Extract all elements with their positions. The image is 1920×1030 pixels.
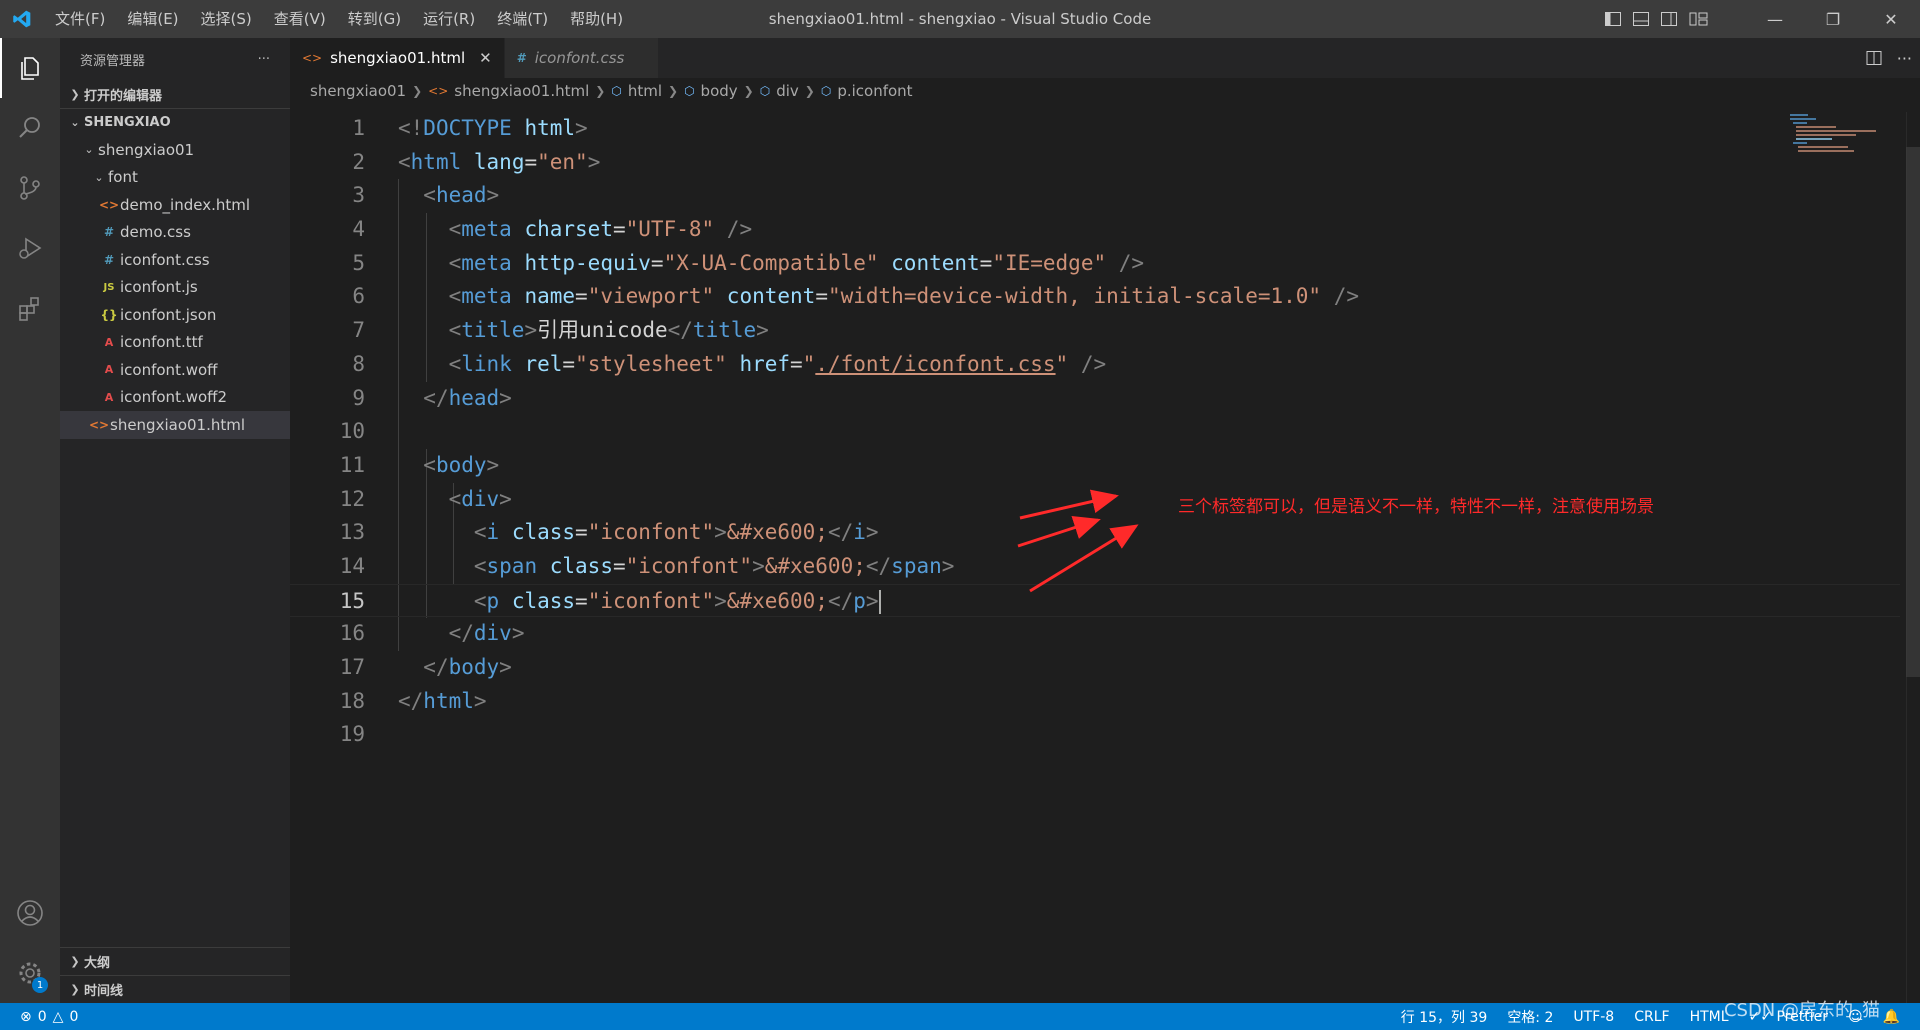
open-editors-section[interactable]: ❯ 打开的编辑器	[60, 80, 290, 108]
explorer-sidebar: 资源管理器 ··· ❯ 打开的编辑器 ⌄ SHENGXIAO ⌄ shengxi…	[60, 38, 290, 1003]
tree-file-iconfont-ttf[interactable]: A iconfont.ttf	[60, 329, 290, 357]
manage-gear-icon[interactable]: 1	[0, 943, 60, 1003]
tree-file-demo-css[interactable]: # demo.css	[60, 219, 290, 247]
close-window-icon[interactable]: ✕	[1862, 0, 1920, 38]
tree-item-label: iconfont.js	[120, 278, 198, 297]
explorer-icon[interactable]	[0, 38, 60, 98]
tree-item-label: iconfont.css	[120, 250, 210, 269]
font-file-icon: A	[104, 390, 114, 404]
language-mode[interactable]: HTML	[1690, 1009, 1729, 1025]
extensions-icon[interactable]	[0, 278, 60, 338]
error-count: 0	[37, 1008, 47, 1025]
tree-item-label: iconfont.json	[120, 305, 217, 324]
annotation-text: 三个标签都可以，但是语义不一样，特性不一样，注意使用场景	[1178, 497, 1654, 517]
css-file-icon: #	[103, 225, 115, 240]
menu-bar: 文件(F) 编辑(E) 选择(S) 查看(V) 转到(G) 运行(R) 终端(T…	[44, 0, 634, 38]
outline-label: 大纲	[84, 956, 111, 971]
notification-badge: 1	[32, 977, 48, 993]
chevron-down-icon: ⌄	[84, 143, 94, 157]
accounts-icon[interactable]	[0, 883, 60, 943]
problems-indicator[interactable]: ⊗ 0 △ 0	[0, 1009, 78, 1025]
menu-edit[interactable]: 编辑(E)	[116, 0, 189, 38]
tree-item-label: shengxiao01	[98, 140, 195, 159]
tree-item-label: iconfont.woff	[120, 360, 218, 379]
tree-item-label: iconfont.ttf	[120, 333, 203, 352]
file-tree: ⌄ shengxiao01 ⌄ font <> demo_index.html …	[60, 136, 290, 439]
more-actions-icon[interactable]: ···	[258, 52, 270, 67]
layout-controls	[1604, 0, 1710, 38]
status-bar: ⊗ 0 △ 0 行 15，列 39 空格: 2 UTF-8 CRLF HTML …	[0, 1003, 1920, 1030]
json-file-icon: {}	[100, 307, 118, 322]
tree-item-label: font	[108, 168, 138, 187]
tree-file-iconfont-css[interactable]: # iconfont.css	[60, 246, 290, 274]
menu-go[interactable]: 转到(G)	[337, 0, 412, 38]
explorer-header: 资源管理器 ···	[60, 38, 290, 80]
restore-icon[interactable]: ❐	[1804, 0, 1862, 38]
workspace-section[interactable]: ⌄ SHENGXIAO	[60, 108, 290, 136]
tree-item-label: iconfont.woff2	[120, 388, 228, 407]
source-control-icon[interactable]	[0, 158, 60, 218]
html-file-icon: <>	[88, 417, 110, 432]
tree-file-iconfont-woff2[interactable]: A iconfont.woff2	[60, 384, 290, 412]
title-bar: 文件(F) 编辑(E) 选择(S) 查看(V) 转到(G) 运行(R) 终端(T…	[0, 0, 1920, 38]
indentation[interactable]: 空格: 2	[1507, 1007, 1553, 1027]
menu-terminal[interactable]: 终端(T)	[486, 0, 559, 38]
tree-folder-shengxiao01[interactable]: ⌄ shengxiao01	[60, 136, 290, 164]
font-file-icon: A	[104, 335, 114, 349]
html-file-icon: <>	[98, 197, 120, 212]
editor-area: <> shengxiao01.html ✕ # iconfont.css ···…	[290, 38, 1920, 1003]
toggle-secondary-sidebar-icon[interactable]	[1660, 10, 1678, 28]
menu-view[interactable]: 查看(V)	[263, 0, 337, 38]
chevron-right-icon: ❯	[70, 983, 80, 996]
chevron-right-icon: ❯	[70, 955, 80, 968]
tree-file-shengxiao01-html[interactable]: <> shengxiao01.html	[60, 411, 290, 439]
js-file-icon: JS	[103, 281, 115, 293]
menu-help[interactable]: 帮助(H)	[559, 0, 634, 38]
minimize-icon[interactable]: —	[1746, 0, 1804, 38]
tree-item-label: demo_index.html	[120, 195, 251, 214]
css-file-icon: #	[103, 252, 115, 267]
tree-file-iconfont-woff[interactable]: A iconfont.woff	[60, 356, 290, 384]
tree-file-iconfont-js[interactable]: JS iconfont.js	[60, 274, 290, 302]
chevron-down-icon: ⌄	[70, 116, 80, 129]
explorer-title: 资源管理器	[80, 53, 146, 69]
tree-item-label: demo.css	[120, 223, 191, 242]
menu-run[interactable]: 运行(R)	[412, 0, 486, 38]
timeline-section[interactable]: ❯ 时间线	[60, 975, 290, 1003]
chevron-down-icon: ⌄	[94, 170, 104, 184]
activity-bar: 1	[0, 38, 60, 1003]
warning-count: 0	[69, 1008, 79, 1025]
tree-item-label: shengxiao01.html	[110, 415, 246, 434]
open-editors-label: 打开的编辑器	[84, 88, 163, 104]
font-file-icon: A	[104, 363, 114, 377]
tree-folder-font[interactable]: ⌄ font	[60, 164, 290, 192]
cursor-position[interactable]: 行 15，列 39	[1401, 1007, 1488, 1027]
red-arrow	[1019, 489, 1119, 520]
search-icon[interactable]	[0, 98, 60, 158]
timeline-label: 时间线	[84, 984, 124, 999]
bell-icon[interactable]: 🔔	[1883, 1009, 1900, 1025]
run-debug-icon[interactable]	[0, 218, 60, 278]
minimap[interactable]	[1790, 112, 1900, 172]
error-icon: ⊗	[20, 1008, 32, 1025]
toggle-primary-sidebar-icon[interactable]	[1604, 10, 1622, 28]
toggle-panel-icon[interactable]	[1632, 10, 1650, 28]
menu-selection[interactable]: 选择(S)	[190, 0, 263, 38]
tree-file-demo-index-html[interactable]: <> demo_index.html	[60, 191, 290, 219]
line-ending[interactable]: CRLF	[1634, 1009, 1669, 1025]
encoding[interactable]: UTF-8	[1573, 1009, 1614, 1025]
warning-icon: △	[52, 1008, 64, 1025]
workspace-label: SHENGXIAO	[84, 115, 171, 130]
window-controls: — ❐ ✕	[1746, 0, 1920, 38]
chevron-right-icon: ❯	[70, 87, 80, 101]
scrollbar-thumb[interactable]	[1906, 147, 1920, 677]
menu-file[interactable]: 文件(F)	[44, 0, 116, 38]
vscode-logo-icon	[0, 0, 44, 38]
red-arrow	[1017, 516, 1101, 548]
customize-layout-icon[interactable]	[1688, 10, 1710, 28]
tree-file-iconfont-json[interactable]: {} iconfont.json	[60, 301, 290, 329]
outline-section[interactable]: ❯ 大纲	[60, 947, 290, 975]
annotation-arrows	[1017, 489, 1139, 593]
watermark: CSDN @房东的_猫	[1723, 1000, 1880, 1021]
